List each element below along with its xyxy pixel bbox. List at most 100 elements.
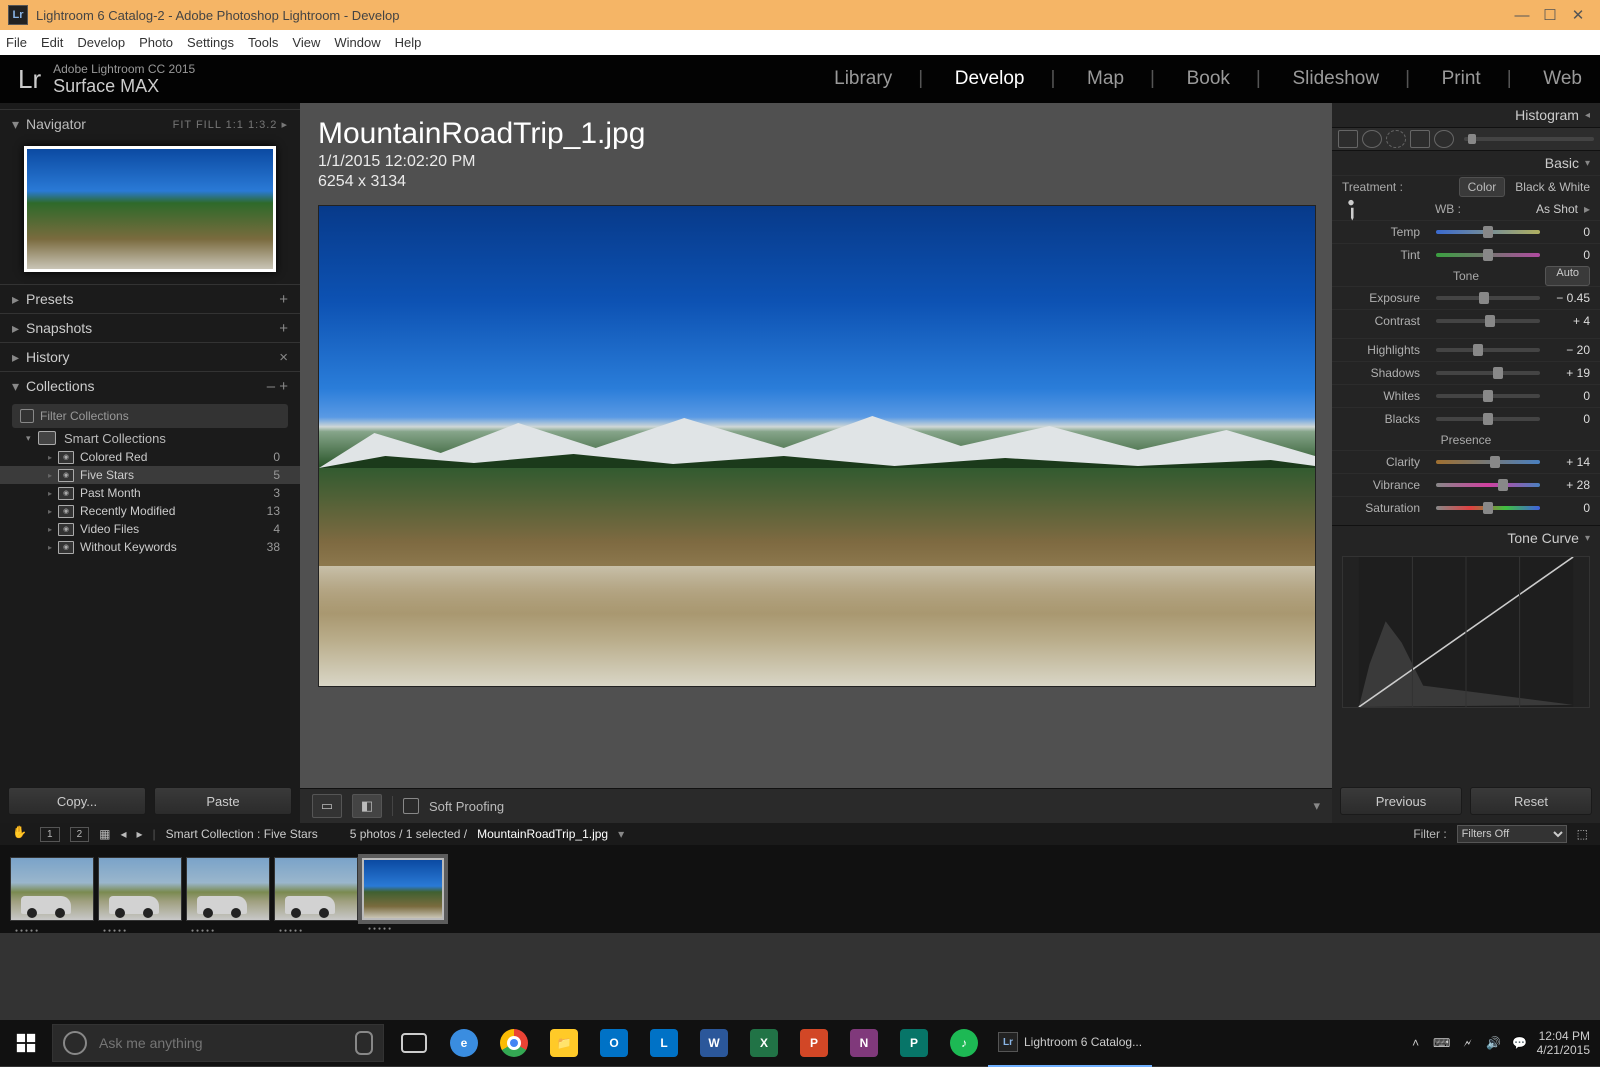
menu-file[interactable]: File: [6, 35, 27, 50]
collection-item-five-stars[interactable]: ▸Five Stars5: [0, 466, 300, 484]
menu-tools[interactable]: Tools: [248, 35, 278, 50]
lync-icon[interactable]: L: [640, 1020, 688, 1066]
loupe-view-button[interactable]: ▭: [312, 794, 342, 818]
menu-develop[interactable]: Develop: [77, 35, 125, 50]
tonecurve-header[interactable]: Tone Curve▾: [1332, 525, 1600, 550]
collection-item-video-files[interactable]: ▸Video Files4: [0, 520, 300, 538]
module-library[interactable]: Library: [834, 68, 892, 89]
action-center-icon[interactable]: 💬: [1511, 1034, 1529, 1052]
next-photo-icon[interactable]: ▸: [137, 827, 143, 841]
taskview-icon[interactable]: [390, 1020, 438, 1066]
slider-clarity[interactable]: [1436, 460, 1540, 464]
filter-lock-icon[interactable]: ⬚: [1577, 827, 1588, 841]
image-viewport[interactable]: [318, 205, 1314, 788]
start-button[interactable]: [0, 1020, 52, 1066]
word-icon[interactable]: W: [690, 1020, 738, 1066]
graduated-filter-icon[interactable]: [1410, 130, 1430, 148]
ie-icon[interactable]: e: [440, 1020, 488, 1066]
clock[interactable]: 12:04 PM 4/21/2015: [1537, 1029, 1590, 1057]
close-button[interactable]: ✕: [1564, 6, 1592, 24]
treatment-color-button[interactable]: Color: [1459, 177, 1506, 197]
collection-item-past-month[interactable]: ▸Past Month3: [0, 484, 300, 502]
radial-filter-icon[interactable]: [1434, 130, 1454, 148]
redeye-tool-icon[interactable]: [1386, 130, 1406, 148]
auto-tone-button[interactable]: Auto: [1545, 266, 1590, 286]
slider-temp[interactable]: [1436, 230, 1540, 234]
slider-shadows[interactable]: [1436, 371, 1540, 375]
navigator-thumbnail[interactable]: [24, 146, 276, 272]
slider-contrast[interactable]: [1436, 319, 1540, 323]
soft-proofing-checkbox[interactable]: [403, 798, 419, 814]
window-2-button[interactable]: 2: [70, 827, 90, 842]
window-1-button[interactable]: 1: [40, 827, 60, 842]
presets-add-icon[interactable]: +: [279, 291, 288, 308]
prev-photo-icon[interactable]: ◂: [120, 827, 126, 841]
toolbar-menu-button[interactable]: ▾: [1313, 798, 1320, 814]
collections-header[interactable]: ▾Collections– +: [0, 371, 300, 400]
second-monitor-icon[interactable]: ✋: [12, 825, 30, 843]
onenote-icon[interactable]: N: [840, 1020, 888, 1066]
thumbnail-1[interactable]: ●●●●●: [10, 857, 94, 921]
maximize-button[interactable]: ☐: [1536, 6, 1564, 24]
thumbnail-2[interactable]: ●●●●●: [98, 857, 182, 921]
taskbar-app-lightroom[interactable]: Lr Lightroom 6 Catalog...: [988, 1019, 1152, 1067]
menu-edit[interactable]: Edit: [41, 35, 63, 50]
slider-tint[interactable]: [1436, 253, 1540, 257]
excel-icon[interactable]: X: [740, 1020, 788, 1066]
crop-tool-icon[interactable]: [1338, 130, 1358, 148]
treatment-bw-button[interactable]: Black & White: [1515, 180, 1590, 194]
spot-removal-icon[interactable]: [1362, 130, 1382, 148]
publisher-icon[interactable]: P: [890, 1020, 938, 1066]
thumbnail-4[interactable]: ●●●●●: [274, 857, 358, 921]
explorer-icon[interactable]: 📁: [540, 1020, 588, 1066]
tray-chevron-icon[interactable]: ˄: [1407, 1034, 1425, 1052]
histogram-header[interactable]: Histogram◂: [1332, 103, 1600, 127]
presets-header[interactable]: ▸Presets+: [0, 284, 300, 313]
filter-dropdown[interactable]: Filters Off: [1457, 825, 1567, 843]
navigator-zoom-options[interactable]: FIT FILL 1:1 1:3.2 ▸: [173, 118, 288, 131]
wb-value-dropdown[interactable]: As Shot: [1536, 202, 1578, 216]
slider-vibrance[interactable]: [1436, 483, 1540, 487]
menu-window[interactable]: Window: [334, 35, 380, 50]
minimize-button[interactable]: —: [1508, 7, 1536, 24]
before-after-button[interactable]: ◧: [352, 794, 382, 818]
collections-add-icon[interactable]: – +: [267, 378, 288, 395]
snapshots-header[interactable]: ▸Snapshots+: [0, 313, 300, 342]
slider-exposure[interactable]: [1436, 296, 1540, 300]
outlook-icon[interactable]: O: [590, 1020, 638, 1066]
copy-button[interactable]: Copy...: [8, 787, 146, 815]
wb-eyedropper-icon[interactable]: [1338, 196, 1363, 221]
menu-photo[interactable]: Photo: [139, 35, 173, 50]
paste-button[interactable]: Paste: [154, 787, 292, 815]
brush-size-slider[interactable]: [1464, 137, 1594, 141]
cortana-search[interactable]: [52, 1024, 384, 1062]
keyboard-icon[interactable]: ⌨: [1433, 1034, 1451, 1052]
slider-saturation[interactable]: [1436, 506, 1540, 510]
grid-view-icon[interactable]: ▦: [99, 827, 110, 841]
module-web[interactable]: Web: [1543, 68, 1582, 89]
basic-header[interactable]: Basic▾: [1332, 151, 1600, 175]
module-develop[interactable]: Develop: [955, 68, 1025, 89]
search-input[interactable]: [97, 1034, 355, 1052]
snapshots-add-icon[interactable]: +: [279, 320, 288, 337]
filter-collections-input[interactable]: Filter Collections: [12, 404, 288, 428]
thumbnail-5-selected[interactable]: ●●●●●: [362, 858, 444, 920]
spotify-icon[interactable]: ♪: [940, 1020, 988, 1066]
smart-collections-folder[interactable]: ▾ Smart Collections: [0, 428, 300, 448]
menu-settings[interactable]: Settings: [187, 35, 234, 50]
chrome-icon[interactable]: [490, 1020, 538, 1066]
module-print[interactable]: Print: [1442, 68, 1481, 89]
menu-help[interactable]: Help: [395, 35, 422, 50]
microphone-icon[interactable]: [355, 1031, 373, 1055]
navigator-header[interactable]: ▾ Navigator FIT FILL 1:1 1:3.2 ▸: [0, 109, 300, 138]
collection-item-colored-red[interactable]: ▸Colored Red0: [0, 448, 300, 466]
history-header[interactable]: ▸History×: [0, 342, 300, 371]
thumbnail-3[interactable]: ●●●●●: [186, 857, 270, 921]
collection-item-recently-modified[interactable]: ▸Recently Modified13: [0, 502, 300, 520]
previous-button[interactable]: Previous: [1340, 787, 1462, 815]
module-book[interactable]: Book: [1187, 68, 1230, 89]
volume-icon[interactable]: 🔊: [1485, 1034, 1503, 1052]
module-slideshow[interactable]: Slideshow: [1292, 68, 1379, 89]
module-map[interactable]: Map: [1087, 68, 1124, 89]
reset-button[interactable]: Reset: [1470, 787, 1592, 815]
